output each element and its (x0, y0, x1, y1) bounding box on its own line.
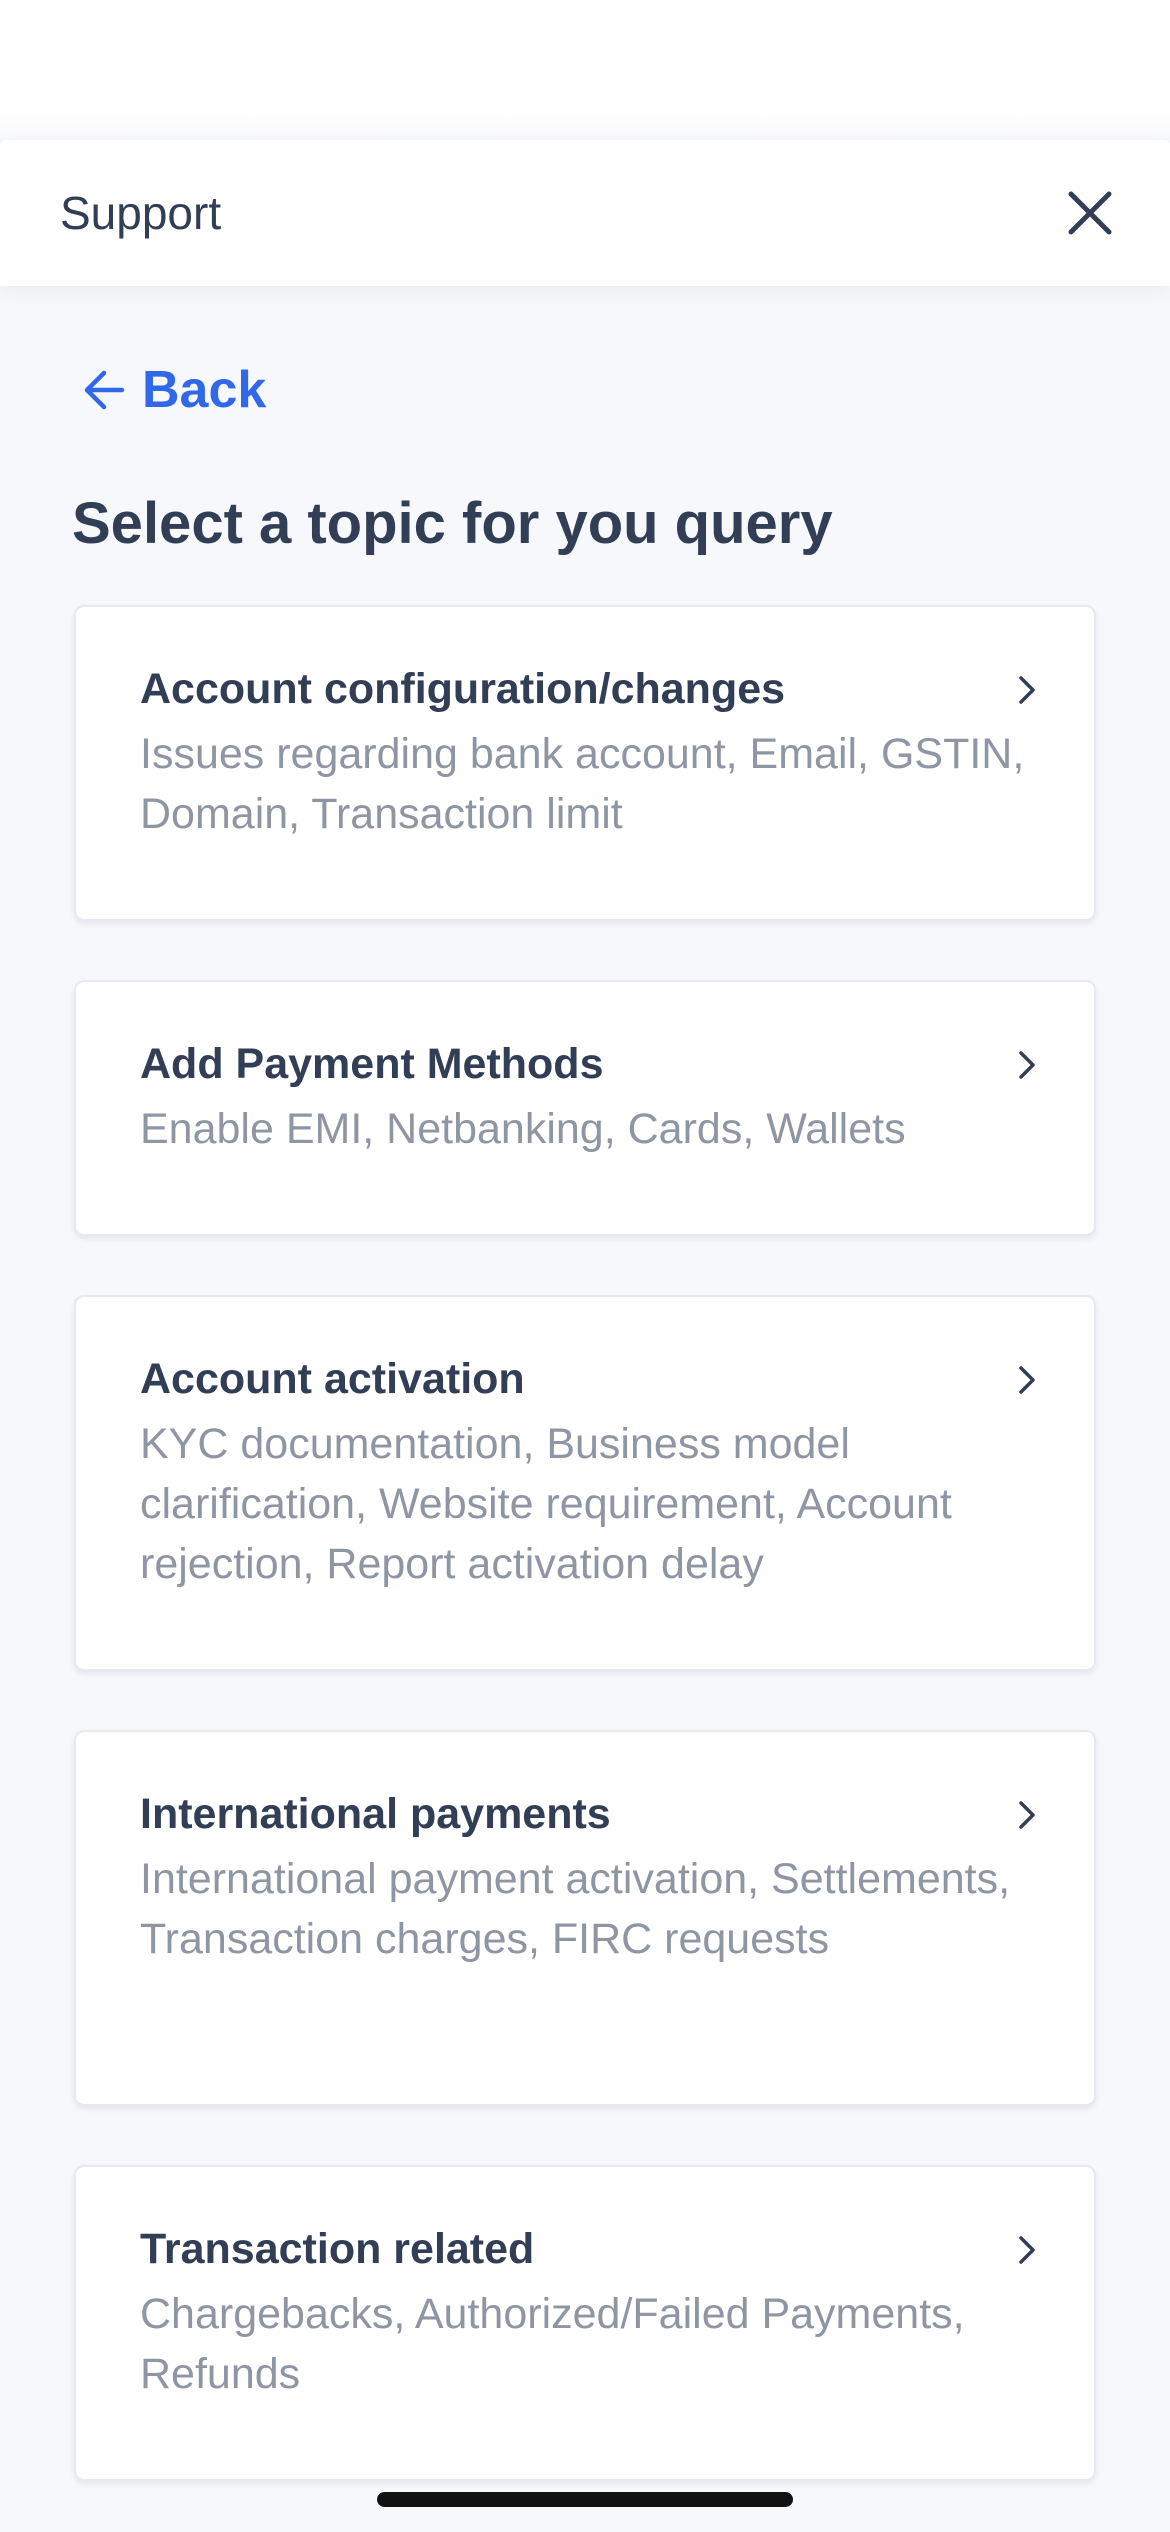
topic-title: Account activation (140, 1355, 525, 1403)
topic-description: KYC documentation, Business model clarif… (140, 1420, 952, 1588)
topic-title: Account configuration/changes (140, 665, 786, 713)
back-label: Back (142, 361, 267, 419)
topic-card-international-payments[interactable]: International payments International pay… (74, 1730, 1096, 2106)
topic-description: Chargebacks, Authorized/Failed Payments,… (140, 2290, 965, 2398)
back-button[interactable]: Back (82, 355, 266, 425)
arrow-left-icon (84, 370, 125, 410)
page-title: Select a topic for you query (72, 491, 833, 556)
chevron-right-icon (1019, 676, 1035, 704)
home-indicator[interactable] (377, 2492, 793, 2507)
chevron-right-icon (1019, 1801, 1035, 1829)
topic-card-add-payment-methods[interactable]: Add Payment Methods Enable EMI, Netbanki… (74, 980, 1096, 1236)
close-icon (1068, 191, 1112, 235)
support-header: Support (0, 140, 1170, 286)
header-title: Support (60, 187, 222, 239)
status-bar-fade (0, 110, 1170, 140)
topic-description: International payment activation, Settle… (140, 1855, 1011, 1963)
chevron-right-icon (1019, 2236, 1035, 2264)
topic-card-account-configuration[interactable]: Account configuration/changes Issues reg… (74, 605, 1096, 921)
topic-card-transaction-related[interactable]: Transaction related Chargebacks, Authori… (74, 2165, 1096, 2481)
chevron-right-icon (1019, 1366, 1035, 1394)
topic-title: Transaction related (140, 2225, 535, 2273)
chevron-right-icon (1019, 1051, 1035, 1079)
topic-description: Enable EMI, Netbanking, Cards, Wallets (140, 1105, 906, 1153)
topic-card-account-activation[interactable]: Account activation KYC documentation, Bu… (74, 1295, 1096, 1671)
topic-title: International payments (140, 1790, 611, 1838)
close-button[interactable] (1050, 173, 1130, 253)
topic-description: Issues regarding bank account, Email, GS… (140, 730, 1025, 838)
topic-title: Add Payment Methods (140, 1040, 604, 1088)
